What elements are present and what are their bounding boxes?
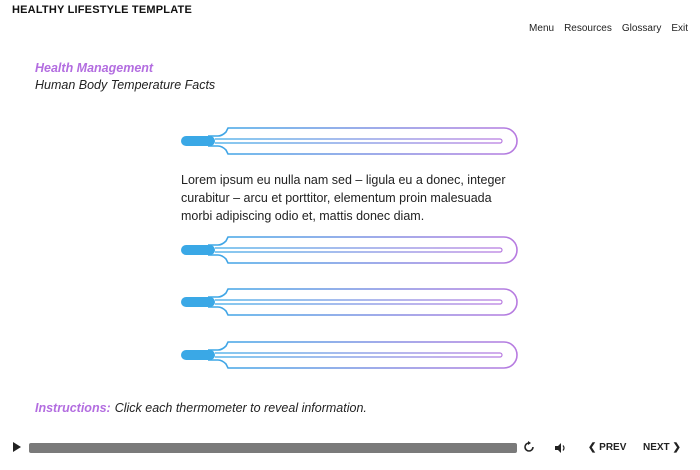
thermometer-icon [181, 288, 518, 316]
thermometer-button-3[interactable] [178, 285, 521, 319]
resources-link[interactable]: Resources [564, 23, 612, 34]
play-icon[interactable] [13, 442, 21, 452]
thermometer-icon [181, 127, 518, 155]
instructions-label: Instructions: [35, 401, 111, 415]
top-nav: Menu Resources Glossary Exit [529, 23, 688, 34]
exit-link[interactable]: Exit [671, 23, 688, 34]
glossary-link[interactable]: Glossary [622, 23, 661, 34]
thermometer-icon [181, 341, 518, 369]
instructions-text: Click each thermometer to reveal informa… [114, 401, 367, 415]
slide-subtitle: Human Body Temperature Facts [35, 78, 216, 92]
replay-icon[interactable] [522, 440, 536, 454]
instructions: Instructions: Click each thermometer to r… [35, 401, 367, 415]
seek-bar[interactable] [29, 443, 517, 453]
thermometer-button-2[interactable] [178, 233, 521, 267]
next-button[interactable]: NEXT ❯ [643, 442, 681, 453]
thermometer-button-1[interactable] [178, 124, 521, 158]
thermometer-icon [181, 236, 518, 264]
prev-button[interactable]: ❮ PREV [588, 442, 626, 453]
player-bar: ❮ PREV NEXT ❯ [0, 436, 700, 460]
info-text: Lorem ipsum eu nulla nam sed – ligula eu… [181, 173, 506, 223]
thermometer-button-4[interactable] [178, 338, 521, 372]
menu-link[interactable]: Menu [529, 23, 554, 34]
section-title: Health Management [35, 61, 154, 75]
volume-icon[interactable] [553, 441, 567, 455]
course-title: HEALTHY LIFESTYLE TEMPLATE [12, 4, 192, 16]
